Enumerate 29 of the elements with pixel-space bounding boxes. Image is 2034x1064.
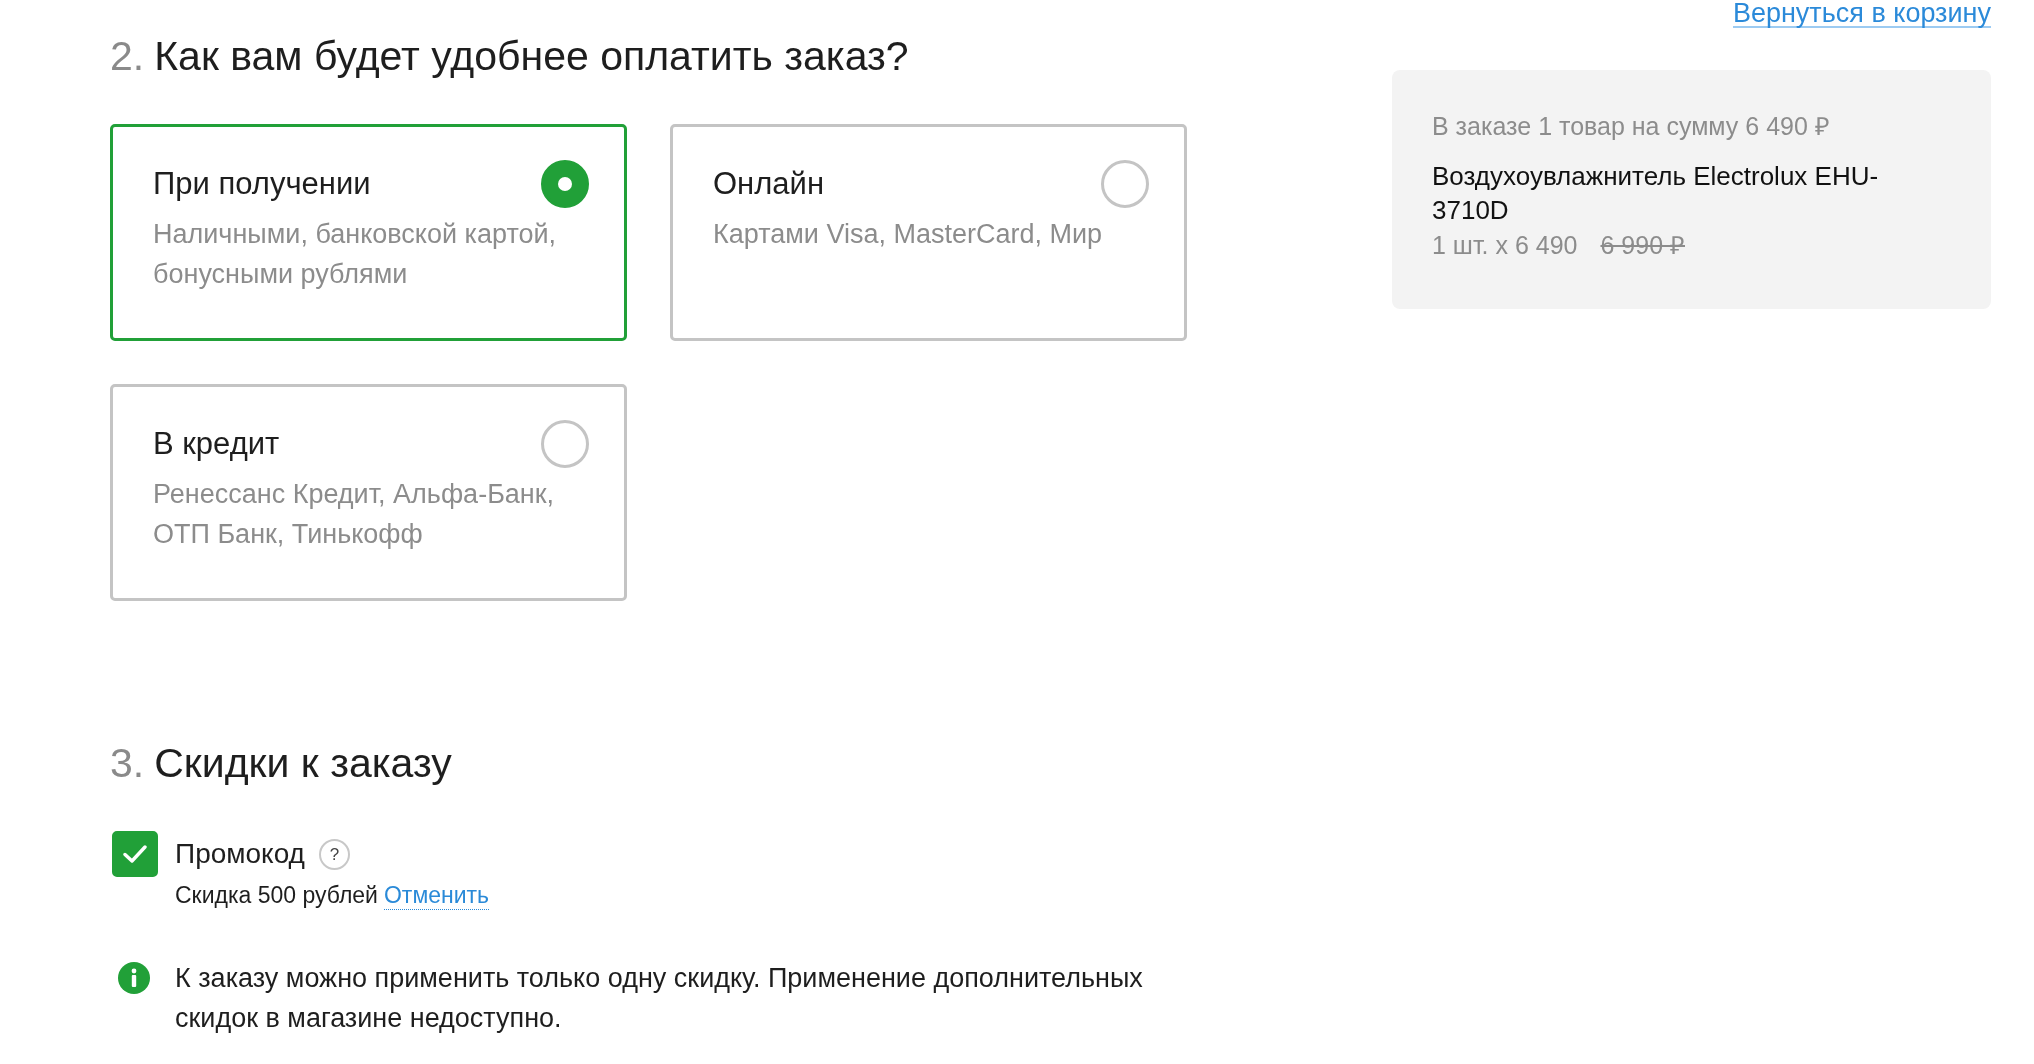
option-title: В кредит [153, 425, 280, 463]
quantity-price: 1 шт. x 6 490 [1432, 230, 1578, 261]
back-to-cart-link[interactable]: Вернуться в корзину [1732, 0, 1991, 28]
promo-label: Промокод [175, 837, 305, 871]
payment-option-card[interactable]: При получении Наличными, банковской картой, бонусными рублями [110, 124, 627, 341]
option-description: Ренессанс Кредит, Альфа-Банк, ОТП Банк, Тинькофф [153, 478, 556, 551]
section-number: 3. [110, 739, 145, 788]
section-title: Как вам будет удобнее оплатить заказ? [154, 32, 909, 81]
option-description: Картами Visa, MasterCard, Мир [713, 218, 1104, 251]
option-title: Онлайн [713, 165, 824, 203]
old-price: 6 990 ₽ [1600, 230, 1685, 261]
info-icon [118, 962, 150, 994]
checkbox[interactable] [112, 831, 158, 877]
radio-button[interactable] [541, 160, 589, 208]
info-text: К заказу можно применить только одну скидку. Применение дополнительных скидок в магазине недоступно. [175, 962, 1144, 1035]
help-button[interactable]: ? [318, 838, 350, 870]
payment-option-card[interactable]: Онлайн Картами Visa, MasterCard, Мир [670, 124, 1187, 341]
radio-button[interactable] [1101, 160, 1149, 208]
radio-button[interactable] [541, 420, 589, 468]
option-title: При получении [153, 165, 371, 203]
cancel-link[interactable]: Отменить [383, 882, 490, 910]
option-description: Наличными, банковской картой, бонусными рублями [153, 218, 558, 291]
section-title: Скидки к заказу [154, 739, 452, 788]
discount-text: Скидка 500 рублей [175, 881, 378, 910]
payment-option-card[interactable]: В кредит Ренессанс Кредит, Альфа-Банк, ОТП Банк, Тинькофф [110, 384, 627, 601]
check-icon [123, 845, 147, 863]
product-name: Воздухоувлажнитель Electrolux EHU-3710D [1432, 160, 1880, 227]
order-count-text: В заказе 1 товар на сумму 6 490 ₽ [1432, 111, 1831, 142]
section-number: 2. [110, 32, 145, 81]
